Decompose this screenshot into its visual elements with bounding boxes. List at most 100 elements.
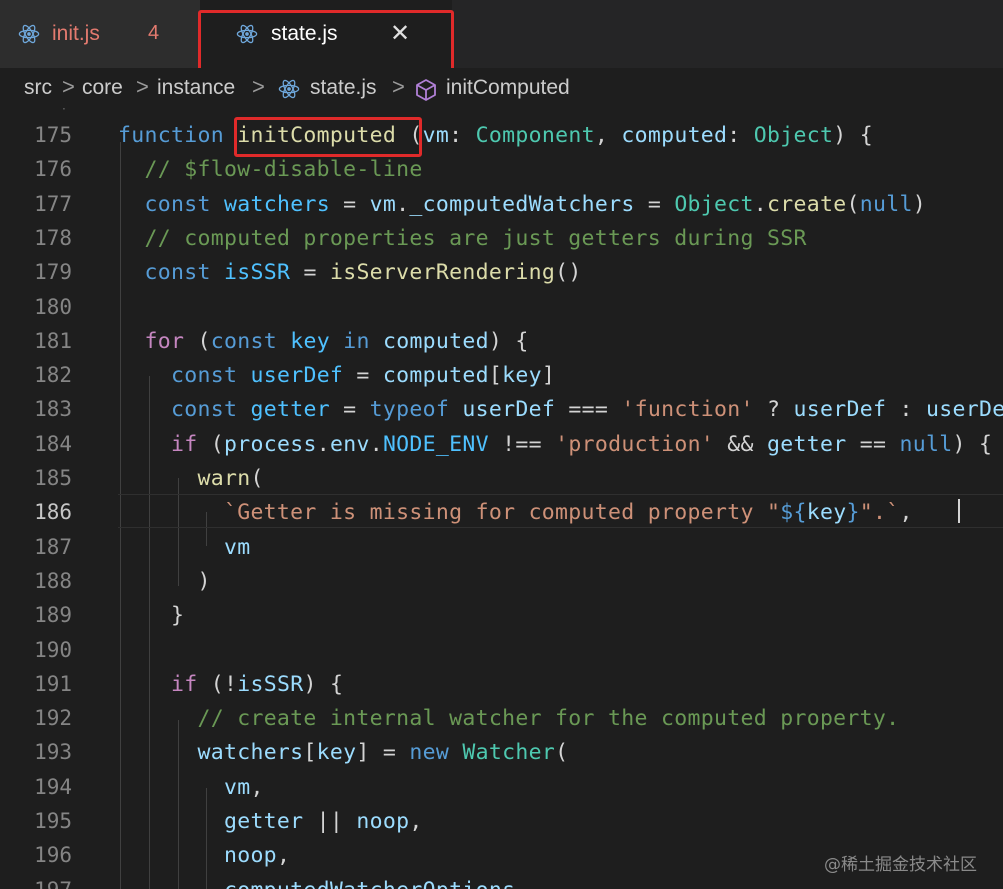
code-line[interactable]: 181 for (const key in computed) {	[0, 323, 1003, 357]
code-token: computed	[621, 123, 728, 148]
breadcrumb-item-src[interactable]: src	[24, 76, 52, 100]
breadcrumb-item-symbol[interactable]: initComputed	[446, 76, 570, 100]
code-line[interactable]: 184 if (process.env.NODE_ENV !== 'produc…	[0, 426, 1003, 460]
code-token: vm	[223, 534, 251, 560]
breadcrumb-item-core[interactable]: core	[82, 76, 123, 100]
code-line[interactable]: 180	[0, 289, 1003, 323]
code-token: ) {	[833, 123, 873, 148]
code-line[interactable]: 177 const watchers = vm._computedWatcher…	[0, 186, 1003, 220]
line-number: 195	[34, 809, 72, 833]
react-icon	[18, 23, 40, 49]
code-token: ) {	[952, 431, 993, 457]
tab-init-js[interactable]: init.js 4	[0, 0, 200, 68]
code-token: :	[727, 123, 754, 148]
code-text: warn(	[118, 466, 264, 491]
code-line[interactable]: 175 function initComputed (vm: Component,…	[0, 117, 1003, 151]
code-text: if (process.env.NODE_ENV !== 'production…	[118, 432, 992, 457]
line-number: 184	[34, 431, 72, 456]
code-line[interactable]: 195 getter || noop,	[0, 803, 1003, 837]
code-line[interactable]: 182 const userDef = computed[key]	[0, 357, 1003, 391]
code-token: key	[290, 328, 330, 354]
code-token: ,	[250, 774, 264, 800]
code-text: const isSSR = isServerRendering()	[118, 260, 582, 285]
scroll-indicator: ·	[60, 108, 68, 117]
code-text: function initComputed (vm: Component, co…	[118, 123, 873, 148]
code-token: vm	[223, 774, 251, 800]
code-token: computedWatcherOptions	[224, 878, 515, 889]
breadcrumb-item-file[interactable]: state.js	[310, 76, 377, 100]
line-number: 186	[34, 500, 72, 525]
breadcrumb-item-instance[interactable]: instance	[157, 76, 235, 100]
code-token: (	[846, 191, 860, 217]
code-token: (	[197, 431, 224, 457]
code-line[interactable]: 193 watchers[key] = new Watcher(	[0, 734, 1003, 768]
code-token: watchers	[197, 740, 304, 766]
code-line[interactable]: 186 `Getter is missing for computed prop…	[0, 494, 1003, 529]
code-token: if	[170, 671, 198, 697]
line-number: 177	[34, 191, 72, 216]
line-number: 183	[34, 397, 72, 422]
code-text: if (!isSSR) {	[118, 672, 343, 697]
code-token: (	[555, 740, 569, 766]
watermark: @稀土掘金技术社区	[824, 855, 977, 875]
code-text: vm,	[118, 775, 264, 800]
code-text: const watchers = vm._computedWatchers = …	[118, 192, 926, 217]
code-line[interactable]: 192 // create internal watcher for the c…	[0, 700, 1003, 734]
code-line[interactable]: 176 // $flow-disable-line	[0, 151, 1003, 185]
code-line[interactable]: 185 warn(	[0, 460, 1003, 494]
code-line[interactable]: 187 vm	[0, 529, 1003, 563]
code-token: env	[329, 431, 370, 457]
code-line[interactable]: 194 vm,	[0, 769, 1003, 803]
code-line[interactable]: 191 if (!isSSR) {	[0, 666, 1003, 700]
code-line[interactable]: 188 )	[0, 563, 1003, 597]
code-token: if	[170, 431, 198, 457]
code-text: // $flow-disable-line	[118, 157, 423, 182]
code-token: }	[170, 603, 185, 629]
code-token: ()	[555, 260, 582, 286]
code-line[interactable]: 178 // computed properties are just gett…	[0, 220, 1003, 254]
code-token: =	[343, 363, 383, 389]
code-line[interactable]: 183 const getter = typeof userDef === 'f…	[0, 391, 1003, 425]
code-token: ?	[753, 397, 794, 423]
line-number: 181	[34, 328, 72, 353]
code-token: }	[846, 500, 860, 526]
code-token: isServerRendering	[329, 260, 556, 286]
line-number: 188	[34, 568, 72, 593]
code-token: const	[170, 397, 238, 423]
code-token: typeof	[369, 397, 450, 423]
line-number: 191	[34, 671, 72, 696]
code-token: ===	[555, 397, 622, 423]
text-cursor	[958, 499, 960, 524]
code-token: [	[488, 363, 503, 389]
code-token: computed	[382, 328, 489, 354]
code-token: ,	[276, 843, 291, 869]
code-token: ) {	[303, 671, 344, 697]
code-line[interactable]: 179 const isSSR = isServerRendering()	[0, 254, 1003, 288]
code-line[interactable]: 189 }	[0, 597, 1003, 631]
chevron-right-icon: >	[252, 74, 265, 99]
code-token: computed	[382, 363, 489, 389]
code-text: `Getter is missing for computed property…	[118, 500, 913, 525]
line-number: 185	[34, 466, 72, 490]
line-number: 180	[34, 294, 72, 319]
code-token: (	[250, 466, 264, 491]
code-token: (!	[197, 671, 238, 697]
problem-count-badge: 4	[148, 22, 160, 44]
code-editor[interactable]: · 175 function initComputed (vm: Componen…	[0, 108, 1003, 889]
code-token: =	[329, 397, 370, 423]
code-token: isSSR	[223, 260, 291, 286]
highlight-box	[234, 117, 422, 157]
code-line[interactable]: 190	[0, 632, 1003, 666]
